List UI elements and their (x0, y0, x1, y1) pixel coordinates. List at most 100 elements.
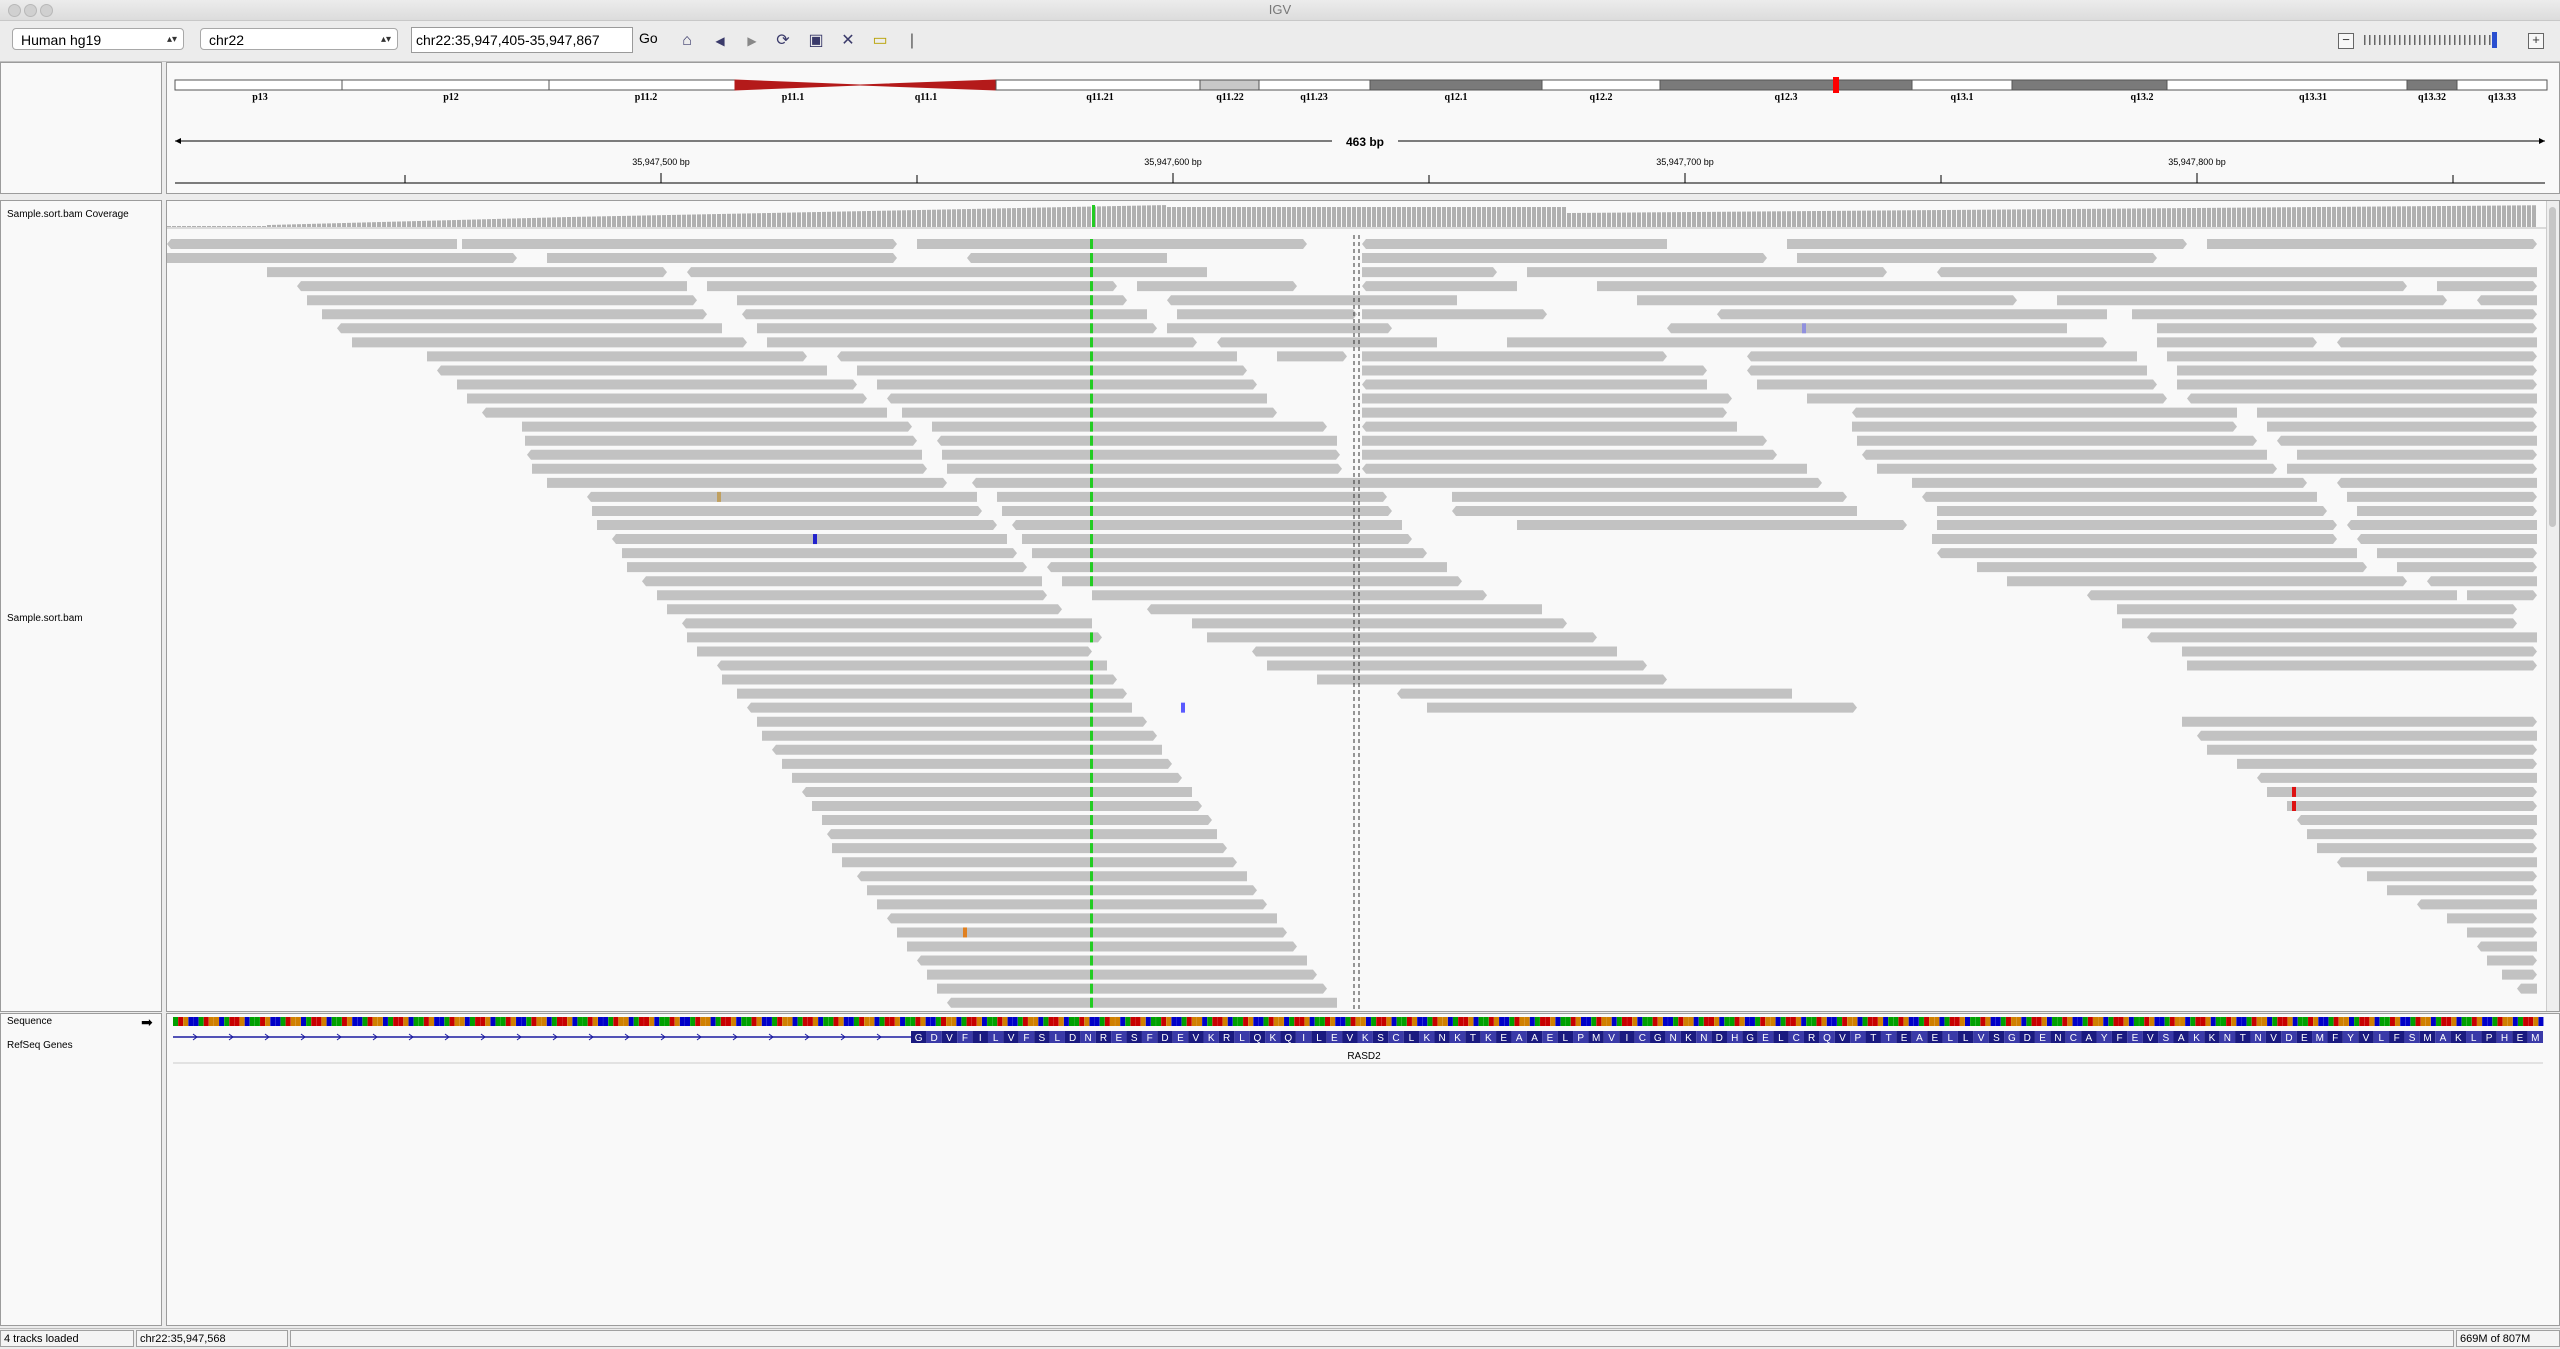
alignment-read[interactable] (2307, 829, 2537, 840)
alignment-read[interactable] (2337, 477, 2537, 488)
alignment-read[interactable] (997, 491, 1387, 502)
alignment-read[interactable] (167, 253, 517, 264)
alignment-view[interactable] (167, 201, 2547, 1011)
alignment-read[interactable] (907, 941, 1297, 952)
alignment-reads[interactable] (167, 239, 2537, 1011)
alignment-read[interactable] (2467, 927, 2537, 938)
alignment-read[interactable] (1047, 562, 1447, 573)
alignment-read[interactable] (1877, 463, 2277, 474)
alignment-read[interactable] (1717, 309, 2107, 320)
alignment-read[interactable] (687, 267, 1207, 278)
alignment-read[interactable] (737, 295, 1127, 306)
alignment-read[interactable] (1267, 660, 1647, 671)
alignment-read[interactable] (1167, 323, 1392, 334)
alignment-read[interactable] (427, 351, 807, 362)
alignment-read[interactable] (947, 997, 1337, 1008)
coverage-snp-bar[interactable] (1092, 205, 1095, 227)
alignment-read[interactable] (2187, 660, 2537, 671)
alignment-read[interactable] (2157, 323, 2537, 334)
alignment-read[interactable] (2447, 913, 2537, 924)
alignment-read[interactable] (2287, 801, 2537, 811)
alignment-read[interactable] (2427, 576, 2537, 587)
alignment-read[interactable] (2377, 548, 2537, 559)
alignment-read[interactable] (1597, 281, 2407, 292)
alignment-read[interactable] (467, 393, 867, 404)
alignment-track-name[interactable]: Sample.sort.bam (7, 613, 83, 624)
alignment-read[interactable] (1937, 505, 2327, 516)
alignment-read[interactable] (2287, 463, 2537, 474)
alignment-read[interactable] (927, 969, 1317, 980)
alignment-read[interactable] (627, 562, 1027, 573)
alignment-read[interactable] (1807, 393, 2167, 404)
alignment-read[interactable] (1747, 351, 2137, 362)
alignment-read[interactable] (1977, 562, 2367, 573)
current-region-marker[interactable] (1833, 77, 1839, 93)
alignment-read[interactable] (972, 477, 1362, 488)
alignment-read[interactable] (2297, 815, 2537, 826)
home-icon[interactable]: ⌂ (675, 29, 699, 53)
alignment-read[interactable] (707, 281, 1117, 292)
strand-arrow-icon[interactable]: ➡ (141, 1014, 153, 1031)
alignment-read[interactable] (947, 463, 1342, 474)
alignment-read[interactable] (917, 955, 1307, 966)
alignment-read[interactable] (887, 393, 1267, 404)
alignment-read[interactable] (1667, 323, 2067, 334)
alignment-read[interactable] (1192, 618, 1567, 629)
alignment-read[interactable] (1857, 435, 2257, 446)
alignment-read[interactable] (1517, 520, 1907, 530)
alignment-read[interactable] (757, 323, 1157, 334)
alignment-read[interactable] (2117, 604, 2517, 615)
alignment-read[interactable] (1862, 449, 2267, 460)
alignment-read[interactable] (2182, 646, 2537, 657)
alignment-read[interactable] (2337, 857, 2537, 868)
alignment-read[interactable] (2337, 337, 2537, 348)
alignment-read[interactable] (1852, 421, 2237, 432)
alignment-read[interactable] (827, 829, 1217, 840)
alignment-read[interactable] (2277, 435, 2537, 446)
alignment-read[interactable] (1452, 491, 1847, 502)
alignment-read[interactable] (1747, 365, 2147, 376)
scrollbar[interactable] (2546, 201, 2559, 1011)
alignment-read[interactable] (1922, 491, 2317, 502)
popup-info-icon[interactable]: ▭ (868, 29, 892, 53)
alignment-read[interactable] (2177, 379, 2537, 390)
chromosome-select[interactable]: chr22 ▴▾ (200, 28, 398, 50)
alignment-read[interactable] (1252, 646, 1617, 657)
alignment-read[interactable] (857, 871, 1247, 882)
alignment-read[interactable] (2177, 365, 2537, 376)
alignment-read[interactable] (2367, 871, 2537, 882)
alignment-read[interactable] (2357, 505, 2537, 516)
alignment-read[interactable] (917, 239, 1307, 249)
alignment-read[interactable] (1937, 267, 2537, 278)
alignment-read[interactable] (942, 449, 1340, 460)
alignment-read[interactable] (837, 351, 1237, 362)
alignment-read[interactable] (1362, 253, 1767, 264)
locus-search-input[interactable]: chr22:35,947,405-35,947,867 (411, 27, 633, 53)
gene-label[interactable]: RASD2 (1347, 1051, 1381, 1062)
zoom-control[interactable]: − + (2338, 30, 2548, 50)
alignment-read[interactable] (352, 337, 747, 348)
alignment-read[interactable] (1317, 674, 1667, 685)
alignment-read[interactable] (167, 239, 457, 249)
alignment-read[interactable] (2467, 590, 2537, 601)
alignment-read[interactable] (1362, 281, 1517, 292)
alignment-read[interactable] (437, 365, 827, 376)
alignment-read[interactable] (482, 407, 887, 418)
alignment-read[interactable] (2187, 393, 2537, 404)
alignment-read[interactable] (1427, 702, 1857, 713)
alignment-read[interactable] (1062, 576, 1462, 587)
refresh-icon[interactable]: ⟳ (771, 29, 795, 53)
zoom-scale[interactable] (2360, 32, 2520, 48)
alignment-read[interactable] (967, 253, 1167, 264)
alignment-read[interactable] (2132, 309, 2537, 320)
zoom-thumb[interactable] (2492, 32, 2497, 48)
alignment-read[interactable] (2417, 899, 2537, 910)
forward-icon[interactable]: ▶ (740, 29, 764, 53)
alignment-read[interactable] (737, 688, 1127, 699)
alignment-read[interactable] (2397, 562, 2537, 573)
alignment-read[interactable] (457, 379, 857, 390)
alignment-read[interactable] (1797, 253, 2157, 264)
alignment-read[interactable] (1217, 337, 1437, 348)
alignment-read[interactable] (1852, 407, 2237, 418)
alignment-read[interactable] (2122, 618, 2517, 629)
